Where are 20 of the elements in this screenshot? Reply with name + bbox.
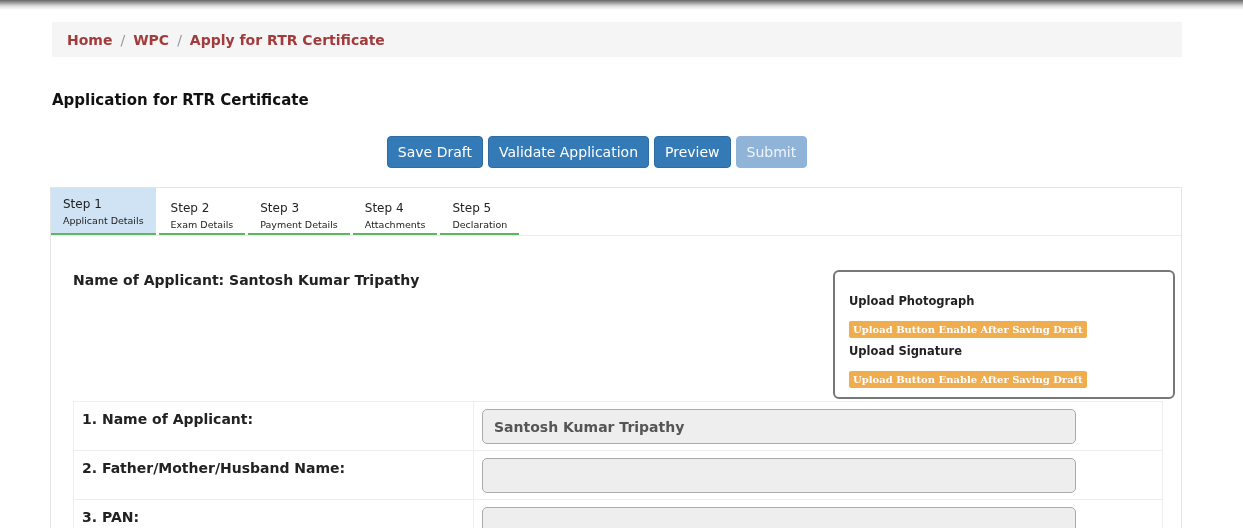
breadcrumb-link[interactable]: Apply for RTR Certificate	[189, 31, 385, 48]
upload-label: Upload Photograph	[849, 294, 976, 308]
preview-button[interactable]: Preview	[654, 136, 731, 168]
input-field[interactable]	[482, 458, 1076, 493]
breadcrumb-link[interactable]: WPC	[133, 31, 170, 48]
field-label: 1. Name of Applicant:	[82, 411, 254, 427]
breadcrumb-separator: /	[177, 31, 182, 48]
input-field[interactable]: Santosh Kumar Tripathy	[482, 409, 1076, 444]
field-label: 3. PAN:	[82, 509, 140, 525]
save-draft-button[interactable]: Save Draft	[386, 136, 483, 168]
breadcrumb-separator: /	[120, 31, 126, 48]
page-title: Application for RTR Certificate	[52, 91, 310, 109]
step-tab[interactable]: Step 1 Applicant Details	[51, 188, 156, 235]
upload-label: Upload Signature	[849, 344, 963, 358]
upload-notice: Upload Button Enable After Saving Draft	[849, 321, 1087, 338]
breadcrumb-link[interactable]: Home	[67, 31, 113, 48]
validate-button[interactable]: Validate Application	[487, 136, 649, 168]
applicant-heading: Name of Applicant: Santosh Kumar Tripathy	[73, 272, 420, 290]
upload-notice: Upload Button Enable After Saving Draft	[849, 371, 1087, 388]
field-label: 2. Father/Mother/Husband Name:	[82, 460, 346, 476]
